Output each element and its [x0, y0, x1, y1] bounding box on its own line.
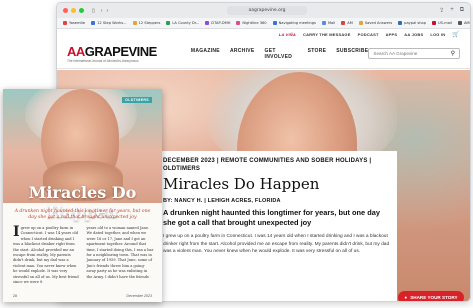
bookmark-label: Mail	[327, 21, 336, 25]
bookmark-favicon-icon	[236, 21, 241, 25]
bookmark-label: LA County Dr...	[172, 21, 200, 25]
window-controls	[63, 8, 84, 13]
bookmark-label: Navigating meetings	[278, 21, 316, 25]
article-kicker[interactable]: DECEMBER 2023 | REMOTE COMMUNITIES AND S…	[163, 157, 391, 173]
issue-date: December 2023	[126, 294, 152, 298]
close-window-button[interactable]	[63, 8, 68, 13]
bookmark-item[interactable]: Nightline 360	[236, 21, 267, 25]
site-logo[interactable]: AAGRAPEVINE The International Journal of…	[67, 45, 157, 63]
bookmark-item[interactable]: paypal shop	[398, 21, 426, 25]
bookmark-favicon-icon	[358, 21, 363, 25]
bookmark-item[interactable]: DTAP-DMH	[205, 21, 230, 25]
search-icon[interactable]: ⚲	[451, 50, 455, 57]
site-header: AAGRAPEVINE The International Journal of…	[57, 39, 470, 69]
util-link-log-in[interactable]: LOG IN	[430, 32, 445, 37]
article-byline: BY: NANCY H. | LEHIGH ACRES, FLORIDA	[163, 198, 281, 204]
util-link-podcast[interactable]: PODCAST	[358, 32, 379, 37]
back-icon[interactable]: ‹	[101, 8, 103, 14]
util-link-aa-jobs[interactable]: AA JOBS	[404, 32, 423, 37]
article-card: DECEMBER 2023 | REMOTE COMMUNITIES AND S…	[157, 151, 397, 301]
nav-magazine[interactable]: MAGAZINE	[191, 48, 220, 60]
bookmark-label: US-mail	[438, 21, 452, 25]
bookmark-label: Saved Answers	[364, 21, 393, 25]
nav-store[interactable]: STORE	[308, 48, 327, 60]
bookmark-label: AMEL-NY	[463, 21, 470, 25]
bookmark-label: Nightline 360	[242, 21, 267, 25]
magazine-section-badge: OLDTIMERS	[122, 97, 152, 103]
share-your-story-label: SHARE YOUR STORY	[410, 295, 458, 300]
bookmark-favicon-icon	[91, 21, 96, 25]
nav-get-involved[interactable]: GET INVOLVED	[265, 48, 298, 60]
main-nav: MAGAZINE ARCHIVE GET INVOLVED STORE SUBS…	[191, 48, 369, 60]
bookmark-favicon-icon	[166, 21, 171, 25]
magazine-column-1-text: grew up on a poultry farm in Connecticut…	[13, 226, 79, 285]
magazine-column-2: years old to a woman named Jane. We date…	[86, 226, 154, 279]
chat-icon: ●	[404, 295, 408, 300]
search-placeholder: Search AA Grapevine	[373, 51, 418, 56]
bookmark-favicon-icon	[321, 21, 326, 25]
bookmark-item[interactable]: Yosemite	[63, 21, 85, 25]
page-number: 28	[13, 294, 17, 298]
bookmark-item[interactable]: Mail	[321, 21, 336, 25]
bookmark-item[interactable]: 12 Step Works...	[91, 21, 127, 25]
sidebar-toggle-icon[interactable]: ▯	[92, 8, 95, 14]
bookmark-label: AM	[347, 21, 353, 25]
cart-icon[interactable]: 🛒	[452, 31, 460, 38]
browser-titlebar: ▯ ‹ › aagrapevine.org ⇪ + ⧉	[57, 3, 470, 18]
forward-icon[interactable]: ›	[106, 8, 108, 14]
bookmark-favicon-icon	[132, 21, 137, 25]
new-tab-icon[interactable]: +	[450, 7, 454, 14]
search-input[interactable]: Search AA Grapevine ⚲	[368, 48, 460, 59]
bookmark-favicon-icon	[457, 21, 462, 25]
bookmark-item[interactable]: Navigating meetings	[272, 21, 316, 25]
magazine-page: OLDTIMERS Miracles Do Happen A drunken n…	[3, 89, 162, 302]
magazine-dek: A drunken night haunted this longtimer f…	[14, 209, 151, 220]
bookmark-label: 12 Steppers	[138, 21, 161, 25]
logo-grapevine: GRAPEVINE	[84, 43, 158, 59]
utility-bar: LA VIÑA CARRY THE MESSAGE PODCAST APPS A…	[57, 29, 470, 39]
share-your-story-button[interactable]: ● SHARE YOUR STORY	[398, 291, 464, 301]
util-link-carry-the-message[interactable]: CARRY THE MESSAGE	[303, 32, 351, 37]
bookmark-favicon-icon	[398, 21, 403, 25]
magazine-column-1: Igrew up on a poultry farm in Connecticu…	[13, 224, 79, 285]
bookmark-item[interactable]: Saved Answers	[358, 21, 393, 25]
bookmark-favicon-icon	[432, 21, 437, 25]
bookmark-favicon-icon	[272, 21, 277, 25]
bookmark-item[interactable]: AMEL-NY	[457, 21, 470, 25]
address-bar[interactable]: aagrapevine.org	[227, 6, 307, 15]
util-link-la-vina[interactable]: LA VIÑA	[279, 32, 296, 37]
share-icon[interactable]: ⇪	[439, 7, 444, 14]
minimize-window-button[interactable]	[71, 8, 76, 13]
bookmark-favicon-icon	[341, 21, 346, 25]
magazine-columns: Igrew up on a poultry farm in Connecticu…	[13, 224, 154, 285]
bookmark-item[interactable]: LA County Dr...	[166, 21, 199, 25]
util-link-apps[interactable]: APPS	[386, 32, 398, 37]
article-body: I grew up on a poultry farm in Connectic…	[163, 234, 390, 255]
bookmark-label: DTAP-DMH	[211, 21, 231, 25]
nav-archive[interactable]: ARCHIVE	[230, 48, 255, 60]
article-dek: A drunken night haunted this longtimer f…	[163, 208, 380, 227]
bookmark-label: 12 Step Works...	[97, 21, 127, 25]
logo-tagline: The International Journal of Alcoholics …	[67, 58, 139, 63]
bookmark-label: Yosemite	[69, 21, 86, 25]
nav-subscribe[interactable]: SUBSCRIBE	[336, 48, 368, 60]
bookmark-favicon-icon	[205, 21, 210, 25]
bookmark-item[interactable]: US-mail	[432, 21, 452, 25]
bookmarks-bar: Yosemite 12 Step Works... 12 Steppers LA Co…	[57, 18, 470, 29]
bookmark-label: paypal shop	[404, 21, 427, 25]
article-headline: Miracles Do Happen	[163, 175, 320, 193]
maximize-window-button[interactable]	[79, 8, 84, 13]
bookmark-item[interactable]: AM	[341, 21, 353, 25]
bookmark-favicon-icon	[63, 21, 67, 25]
tabs-overview-icon[interactable]: ⧉	[460, 7, 464, 14]
logo-aa: AA	[67, 43, 85, 59]
bookmark-item[interactable]: 12 Steppers	[132, 21, 161, 25]
